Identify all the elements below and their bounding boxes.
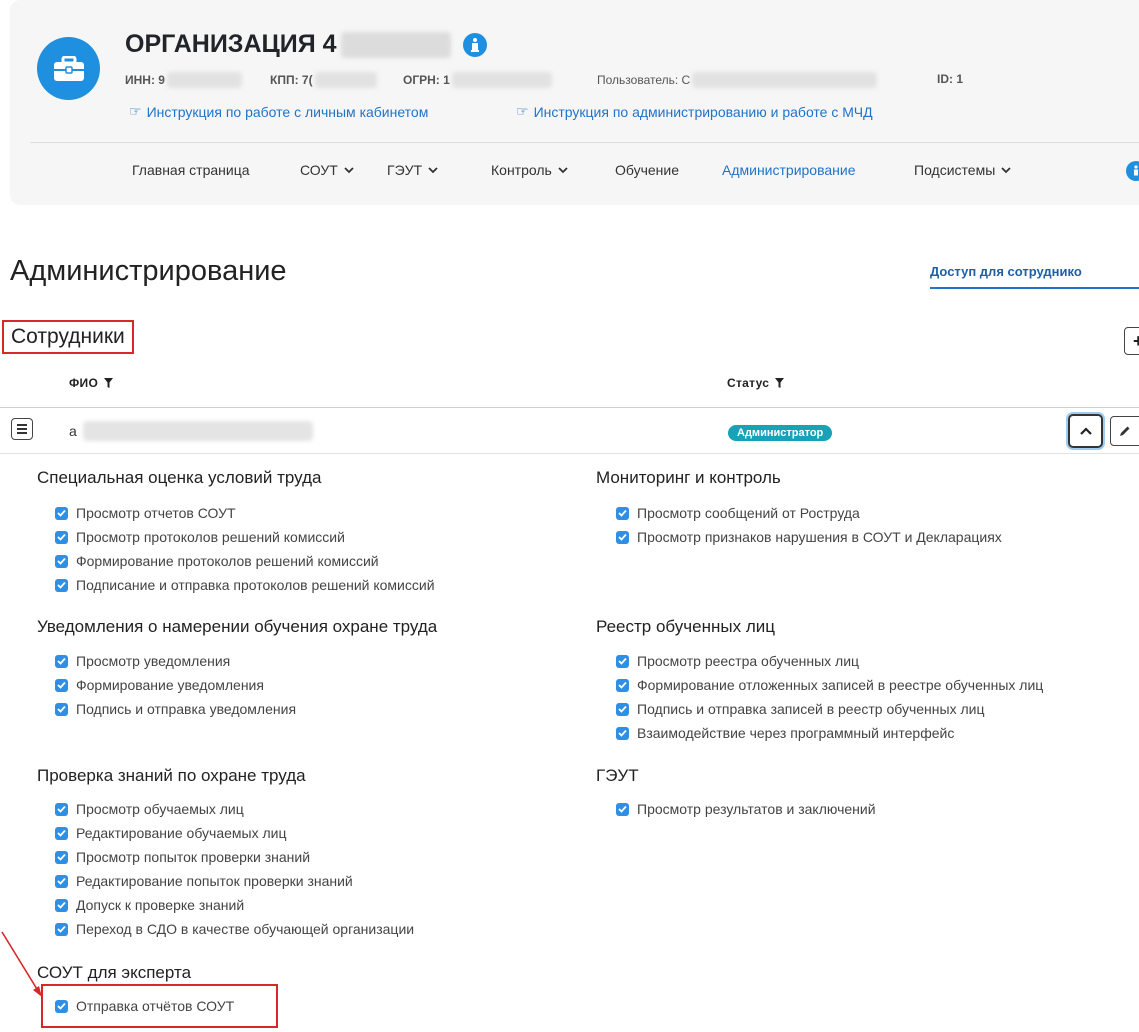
pencil-icon (1120, 426, 1130, 436)
nav-item-control[interactable]: Контроль (491, 162, 568, 178)
checkbox-checked-icon[interactable] (55, 554, 68, 568)
permission-item[interactable]: Редактирование обучаемых лиц (55, 825, 287, 841)
info-icon[interactable] (1126, 161, 1139, 181)
inn-field: ИНН: 9 (125, 72, 242, 88)
permission-item[interactable]: Взаимодействие через программный интерфе… (616, 725, 954, 741)
redacted-employee-name (82, 421, 313, 441)
nav-item-training[interactable]: Обучение (615, 162, 679, 178)
group-title-knowledge: Проверка знаний по охране труда (37, 766, 306, 785)
group-title-sout: Специальная оценка условий труда (37, 468, 322, 487)
briefcase-icon (37, 37, 100, 100)
chevron-down-icon (558, 167, 568, 174)
link-cabinet-instruction[interactable]: ☞ Инструкция по работе с личным кабинето… (129, 103, 428, 120)
checkbox-checked-icon[interactable] (55, 874, 68, 888)
group-title-monitoring: Мониторинг и контроль (596, 468, 781, 487)
checkbox-checked-icon[interactable] (616, 678, 629, 692)
status-badge: Администратор (728, 425, 833, 441)
permission-item[interactable]: Просмотр отчетов СОУТ (55, 505, 236, 521)
chevron-up-icon (1079, 427, 1092, 435)
chevron-down-icon (344, 167, 354, 174)
checkbox-checked-icon[interactable] (55, 802, 68, 816)
permission-item[interactable]: Допуск к проверке знаний (55, 897, 244, 913)
permission-item[interactable]: Просмотр реестра обученных лиц (616, 653, 859, 669)
permission-item[interactable]: Подпись и отправка записей в реестр обуч… (616, 701, 984, 717)
tab-employee-access[interactable]: Доступ для сотруднико (930, 264, 1139, 289)
checkbox-checked-icon[interactable] (616, 726, 629, 740)
checkbox-checked-icon[interactable] (55, 850, 68, 864)
add-employee-button[interactable]: + (1124, 327, 1139, 355)
permission-item[interactable]: Редактирование попыток проверки знаний (55, 873, 353, 889)
checkbox-checked-icon[interactable] (55, 678, 68, 692)
nav-item-home[interactable]: Главная страница (132, 162, 250, 178)
permission-item[interactable]: Просмотр сообщений от Роструда (616, 505, 860, 521)
row-divider (0, 453, 1139, 454)
permission-item[interactable]: Просмотр результатов и заключений (616, 801, 876, 817)
section-title-employees: Сотрудники (2, 320, 134, 354)
org-name: ОРГАНИЗАЦИЯ 4 (125, 30, 337, 58)
redacted-kpp (314, 72, 377, 88)
permission-item[interactable]: Просмотр протоколов решений комиссий (55, 529, 345, 545)
checkbox-checked-icon[interactable] (55, 506, 68, 520)
checkbox-checked-icon[interactable] (55, 922, 68, 936)
group-title-geut: ГЭУТ (596, 766, 639, 785)
user-field: Пользователь: С (597, 72, 878, 88)
collapse-row-button[interactable] (1068, 414, 1103, 448)
kpp-field: КПП: 7( (270, 72, 377, 88)
group-title-registry: Реестр обученных лиц (596, 617, 775, 636)
annotation-arrow-icon (1, 931, 42, 997)
checkbox-checked-icon[interactable] (55, 702, 68, 716)
permission-item[interactable]: Просмотр обучаемых лиц (55, 801, 244, 817)
checkbox-checked-icon[interactable] (616, 802, 629, 816)
permission-item[interactable]: Подписание и отправка протоколов решений… (55, 577, 435, 593)
filter-icon[interactable] (104, 378, 114, 388)
column-header-fio[interactable]: ФИО (69, 376, 114, 390)
checkbox-checked-icon[interactable] (616, 506, 629, 520)
id-field: ID: 1 (937, 72, 964, 86)
info-icon[interactable] (462, 32, 487, 57)
highlight-box (41, 984, 278, 1028)
group-title-notifications: Уведомления о намерении обучения охране … (37, 617, 438, 636)
checkbox-checked-icon[interactable] (55, 898, 68, 912)
nav-item-subsystems[interactable]: Подсистемы (914, 162, 1011, 178)
checkbox-checked-icon[interactable] (616, 702, 629, 716)
permission-item[interactable]: Формирование уведомления (55, 677, 264, 693)
nav-item-sout[interactable]: СОУТ (300, 162, 354, 178)
header-divider (30, 142, 1139, 143)
redacted-user (692, 72, 878, 88)
permission-item[interactable]: Просмотр признаков нарушения в СОУТ и Де… (616, 529, 1002, 545)
redacted-ogrn (451, 72, 552, 88)
row-menu-button[interactable] (11, 418, 33, 440)
chevron-down-icon (428, 167, 438, 174)
checkbox-checked-icon[interactable] (55, 578, 68, 592)
redacted-inn (166, 72, 242, 88)
link-admin-instruction[interactable]: ☞ Инструкция по администрированию и рабо… (516, 103, 873, 120)
table-header-divider (0, 407, 1139, 408)
chevron-down-icon (1001, 167, 1011, 174)
permission-item[interactable]: Просмотр попыток проверки знаний (55, 849, 310, 865)
nav-item-geut[interactable]: ГЭУТ (387, 162, 438, 178)
ogrn-field: ОГРН: 1 (403, 72, 552, 88)
permission-item[interactable]: Переход в СДО в качестве обучающей орган… (55, 921, 414, 937)
redacted-org-name (340, 31, 451, 58)
nav-item-administration[interactable]: Администрирование (722, 162, 856, 178)
org-title: ОРГАНИЗАЦИЯ 4 (125, 30, 487, 59)
checkbox-checked-icon[interactable] (55, 826, 68, 840)
permission-item[interactable]: Просмотр уведомления (55, 653, 230, 669)
employee-name: а (69, 421, 313, 441)
permission-item[interactable]: Подпись и отправка уведомления (55, 701, 296, 717)
checkbox-checked-icon[interactable] (616, 530, 629, 544)
group-title-expert: СОУТ для эксперта (37, 963, 192, 982)
page-title: Администрирование (10, 255, 287, 287)
checkbox-checked-icon[interactable] (55, 530, 68, 544)
permission-item[interactable]: Формирование протоколов решений комиссий (55, 553, 379, 569)
checkbox-checked-icon[interactable] (616, 654, 629, 668)
checkbox-checked-icon[interactable] (55, 654, 68, 668)
permission-item[interactable]: Формирование отложенных записей в реестр… (616, 677, 1043, 693)
edit-employee-button[interactable] (1110, 416, 1139, 446)
column-header-status[interactable]: Статус (727, 376, 785, 390)
hand-pointer-icon: ☞ (129, 103, 142, 119)
filter-icon[interactable] (775, 378, 785, 388)
hand-pointer-icon: ☞ (516, 103, 529, 119)
